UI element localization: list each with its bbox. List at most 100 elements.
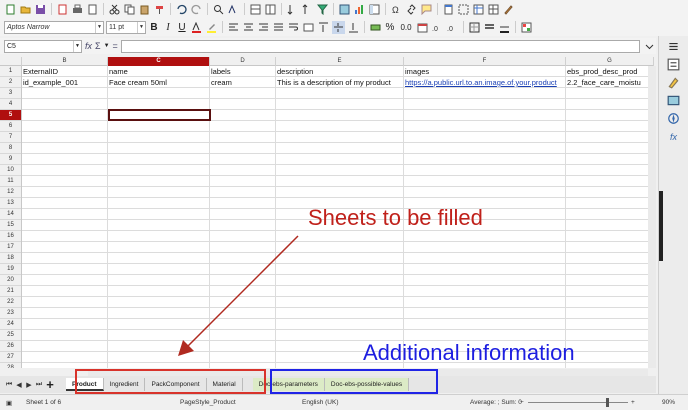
align-top-icon[interactable] [317,21,330,34]
row-header[interactable]: 2 [0,77,21,88]
comment-icon[interactable] [420,3,433,16]
redo-icon[interactable] [190,3,203,16]
wrap-text-icon[interactable] [287,21,300,34]
add-sheet-icon[interactable]: + [44,377,56,392]
row-icon[interactable] [249,3,262,16]
print-preview-icon[interactable] [86,3,99,16]
clone-formatting-icon[interactable] [153,3,166,16]
column-header-f[interactable]: F [404,57,566,66]
find-replace-icon[interactable] [212,3,225,16]
split-window-icon[interactable] [487,3,500,16]
row-header[interactable]: 9 [0,154,21,165]
insert-image-icon[interactable] [338,3,351,16]
row-header[interactable]: 14 [0,209,21,220]
row-header[interactable]: 12 [0,187,21,198]
sort-ascending-icon[interactable] [286,3,299,16]
open-folder-icon[interactable] [19,3,32,16]
name-box[interactable]: C5 ▼ [4,39,82,53]
print-icon[interactable] [71,3,84,16]
zoom-slider[interactable] [528,402,628,403]
cut-icon[interactable] [108,3,121,16]
column-header-c[interactable]: C [108,57,210,66]
font-size-box[interactable]: 11 pt ▼ [106,20,146,34]
functions-icon[interactable]: fx [667,130,680,143]
first-sheet-icon[interactable]: ⏮ [4,379,14,391]
zoom-level[interactable]: 90% [662,399,675,406]
row-header[interactable]: 6 [0,121,21,132]
font-color-icon[interactable] [190,21,203,34]
navigator-icon[interactable] [667,112,680,125]
language[interactable]: English (UK) [302,399,338,406]
expand-formula-bar-icon[interactable] [643,40,656,53]
align-right-icon[interactable] [257,21,270,34]
paste-icon[interactable] [138,3,151,16]
show-draw-functions-icon[interactable] [502,3,515,16]
cell-b1[interactable]: ExternalID [22,66,108,77]
chevron-down-icon[interactable]: ▼ [137,21,145,33]
align-center-icon[interactable] [242,21,255,34]
row-header[interactable]: 11 [0,176,21,187]
save-icon[interactable] [34,3,47,16]
define-print-area-icon[interactable] [457,3,470,16]
copy-icon[interactable] [123,3,136,16]
cell-d1[interactable]: labels [210,66,276,77]
row-header[interactable]: 5 [0,110,21,121]
bold-button[interactable]: B [148,22,160,33]
pivot-table-icon[interactable] [368,3,381,16]
row-header[interactable]: 24 [0,319,21,330]
select-all-corner[interactable] [0,57,22,66]
formula-icon[interactable]: = [113,41,118,51]
undo-icon[interactable] [175,3,188,16]
sort-descending-icon[interactable] [301,3,314,16]
zoom-in-button[interactable]: + [631,399,635,406]
align-left-icon[interactable] [227,21,240,34]
cell-e2[interactable]: This is a description of my product [276,77,404,88]
underline-button[interactable]: U [176,22,188,33]
cell-c1[interactable]: name [108,66,210,77]
add-decimal-icon[interactable]: .0 [431,21,444,34]
cell-c2[interactable]: Face cream 50ml [108,77,210,88]
zoom-slider-handle[interactable] [606,398,609,407]
cell-g2[interactable]: 2.2_face_care_moistu [566,77,654,88]
cell-b2[interactable]: id_example_001 [22,77,108,88]
center-vertically-icon[interactable] [332,20,345,34]
border-color-icon[interactable] [498,21,511,34]
row-header[interactable]: 18 [0,253,21,264]
spelling-icon[interactable] [227,3,240,16]
chevron-down-icon[interactable]: ▼ [73,40,81,52]
chevron-down-icon[interactable]: ▼ [104,43,110,49]
number-format-button[interactable]: 0.0 [398,23,414,32]
cell-f1[interactable]: images [404,66,566,77]
next-sheet-icon[interactable]: ▶ [24,379,34,391]
last-sheet-icon[interactable]: ⏭ [34,379,44,391]
currency-format-icon[interactable] [369,21,382,34]
headers-footers-icon[interactable] [442,3,455,16]
cell-f2[interactable]: https://a.public.url.to.an.image.of.your… [404,77,566,88]
row-header[interactable]: 3 [0,88,21,99]
align-bottom-icon[interactable] [347,21,360,34]
special-character-icon[interactable]: Ω [390,3,403,16]
row-header[interactable]: 21 [0,286,21,297]
row-header[interactable]: 4 [0,99,21,110]
column-header-b[interactable]: B [22,57,108,66]
delete-decimal-icon[interactable]: .0 [446,21,459,34]
border-style-icon[interactable] [483,21,496,34]
row-header[interactable]: 13 [0,198,21,209]
sidebar-collapse-handle[interactable] [659,191,663,261]
row-header[interactable]: 23 [0,308,21,319]
new-document-icon[interactable] [4,3,17,16]
conditional-format-icon[interactable] [520,21,533,34]
date-format-icon[interactable] [416,21,429,34]
sum-icon[interactable]: Σ [95,41,101,51]
gallery-icon[interactable] [667,94,680,107]
row-header[interactable]: 8 [0,143,21,154]
autofilter-icon[interactable] [316,3,329,16]
freeze-rows-columns-icon[interactable] [472,3,485,16]
row-header[interactable]: 22 [0,297,21,308]
percent-format-button[interactable]: % [384,22,396,33]
column-header-d[interactable]: D [210,57,276,66]
previous-sheet-icon[interactable]: ◀ [14,379,24,391]
cell-d2[interactable]: cream [210,77,276,88]
chevron-down-icon[interactable]: ▼ [95,21,103,33]
cell-e1[interactable]: description [276,66,404,77]
